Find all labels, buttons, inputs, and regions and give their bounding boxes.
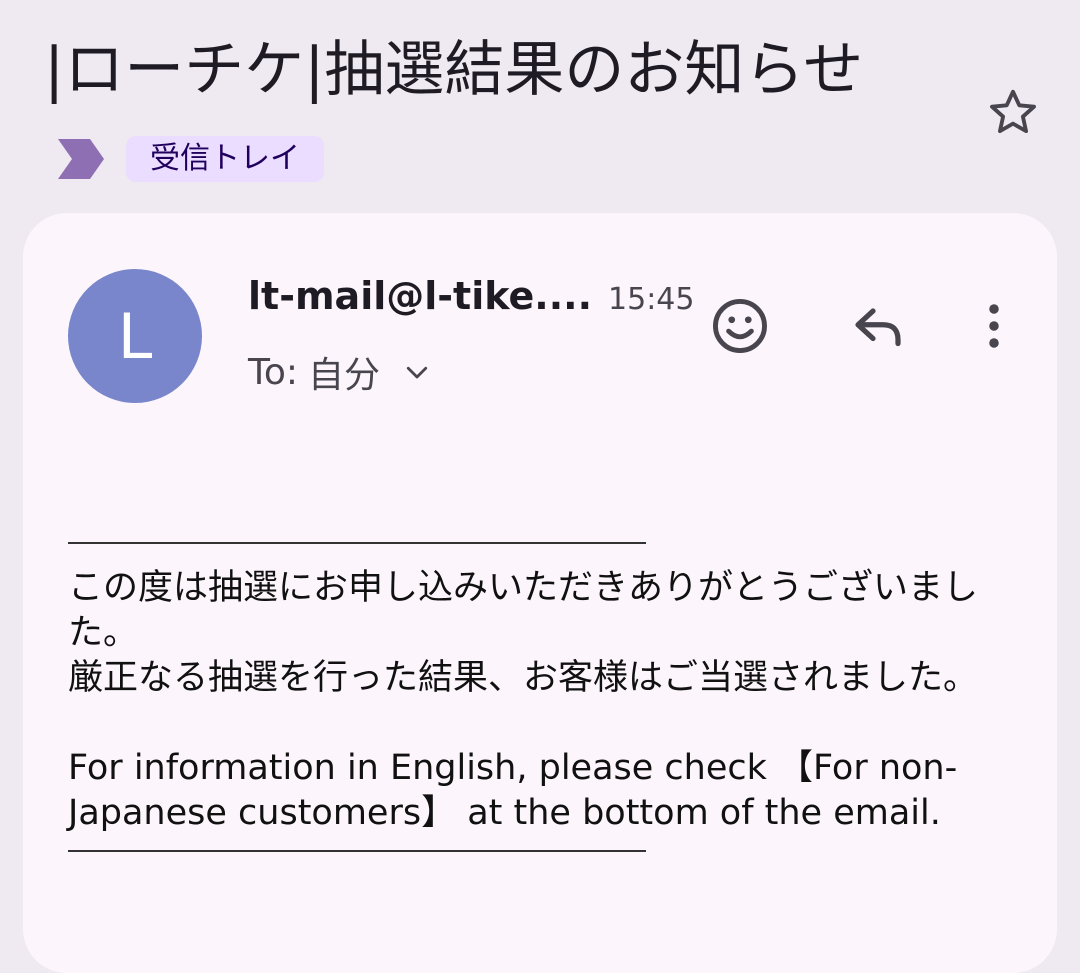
- email-body: この度は抽選にお申し込みいただきありがとうございました。 厳正なる抽選を行った結…: [68, 534, 1008, 874]
- star-outline-icon: [990, 89, 1036, 134]
- react-emoji-button[interactable]: [704, 290, 776, 362]
- recipient-details-toggle[interactable]: To: 自分: [248, 346, 432, 398]
- star-button[interactable]: [980, 80, 1046, 146]
- chevron-down-icon: [406, 366, 428, 379]
- body-paragraph-english-note: For information in English, please check…: [68, 748, 958, 833]
- to-value: 自分: [308, 355, 381, 396]
- email-subject: |ローチケ|抽選結果のお知らせ: [44, 35, 864, 105]
- important-marker-icon[interactable]: [56, 137, 106, 181]
- body-paragraph-thanks: この度は抽選にお申し込みいただきありがとうございました。: [68, 568, 979, 653]
- more-vert-icon: [989, 304, 999, 348]
- sender-address[interactable]: lt-mail@l-tike....: [248, 274, 592, 318]
- divider: [68, 542, 646, 544]
- emoji-icon: [713, 299, 767, 353]
- message-time: 15:45: [608, 282, 695, 317]
- more-options-button[interactable]: [958, 290, 1030, 362]
- sender-row: lt-mail@l-tike.... 15:45: [248, 274, 694, 318]
- to-label: To:: [248, 351, 299, 393]
- body-paragraph-result: 厳正なる抽選を行った結果、お客様はご当選されました。: [68, 658, 979, 698]
- reply-icon: [855, 308, 901, 347]
- label-row: 受信トレイ: [56, 136, 324, 182]
- divider: [68, 850, 646, 852]
- reply-button[interactable]: [842, 290, 914, 362]
- avatar[interactable]: L: [68, 269, 202, 403]
- inbox-label-chip[interactable]: 受信トレイ: [126, 136, 324, 182]
